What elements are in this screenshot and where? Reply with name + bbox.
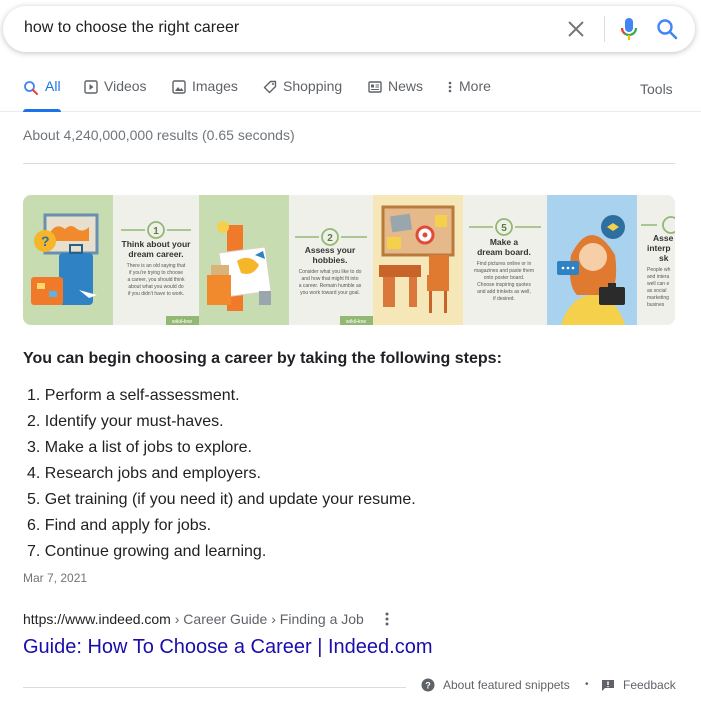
feedback-label: Feedback bbox=[623, 678, 676, 692]
step-title-line: interp bbox=[647, 243, 671, 253]
step-title-line: dream career. bbox=[128, 249, 183, 259]
result-url[interactable]: https://www.indeed.com › Career Guide › … bbox=[23, 611, 364, 627]
tab-all[interactable]: All bbox=[23, 78, 61, 112]
step-body-line: a career. Remain humble as bbox=[299, 283, 362, 289]
tab-more[interactable]: More bbox=[447, 78, 491, 112]
result-stats: About 4,240,000,000 results (0.65 second… bbox=[23, 127, 295, 143]
step-body-line: Consider what you like to do bbox=[299, 269, 362, 275]
carousel-step-1[interactable]: 1 Think about your dream career. There i… bbox=[113, 195, 199, 325]
step-body-line: People wh bbox=[647, 267, 671, 273]
step-body-line: Find pictures online or in bbox=[477, 261, 532, 267]
step-body-line: and how that might fit into bbox=[302, 276, 359, 282]
step-number: 2 bbox=[327, 233, 333, 244]
search-icon[interactable] bbox=[655, 17, 679, 41]
step-body-line: and intera bbox=[647, 274, 669, 280]
carousel-step-2[interactable]: 2 Assess your hobbies. Consider what you… bbox=[289, 195, 373, 325]
about-featured-snippets-link[interactable]: ? About featured snippets bbox=[421, 678, 570, 692]
carousel-step-5[interactable]: 5 Make a dream board. Find pictures onli… bbox=[463, 195, 547, 325]
carousel-image-travel[interactable]: ? bbox=[23, 195, 113, 325]
tab-shopping[interactable]: Shopping bbox=[263, 78, 342, 112]
wikihow-watermark: wikiHow bbox=[171, 319, 192, 325]
separator-dot: • bbox=[585, 679, 589, 690]
image-icon bbox=[172, 80, 186, 94]
list-item: 4. Research jobs and employers. bbox=[27, 465, 261, 482]
breadcrumb: › Career Guide bbox=[170, 611, 268, 627]
step-title-line: hobbies. bbox=[313, 255, 348, 265]
carousel-image-person[interactable] bbox=[547, 195, 637, 325]
tab-images[interactable]: Images bbox=[172, 78, 238, 112]
carousel-images: ? 1 Think about your dream career. There… bbox=[23, 195, 675, 325]
list-item: 3. Make a list of jobs to explore. bbox=[27, 439, 252, 456]
tools-button[interactable]: Tools bbox=[640, 81, 673, 97]
divider bbox=[23, 687, 406, 688]
step-title-line: Think about your bbox=[122, 239, 192, 249]
more-vert-icon[interactable] bbox=[380, 611, 394, 627]
url-domain: https://www.indeed.com bbox=[23, 611, 171, 627]
tab-news[interactable]: News bbox=[368, 78, 423, 112]
image-carousel[interactable]: ? 1 Think about your dream career. There… bbox=[23, 195, 675, 325]
step-body-line: if you didn't have to work. bbox=[128, 291, 184, 297]
video-icon bbox=[84, 80, 98, 94]
snippet-steps-list: 1. Perform a self-assessment. 2. Identif… bbox=[27, 383, 416, 565]
carousel-image-hobbies[interactable] bbox=[199, 195, 289, 325]
divider bbox=[23, 163, 675, 164]
clear-icon[interactable] bbox=[565, 18, 587, 40]
list-item: 6. Find and apply for jobs. bbox=[27, 517, 212, 534]
step-body-line: Choose inspiring quotes bbox=[477, 282, 531, 288]
breadcrumb: › Finding a Job bbox=[267, 611, 364, 627]
tab-videos[interactable]: Videos bbox=[84, 78, 147, 112]
carousel-step-partial[interactable]: Asse interp sk People wh and intera well… bbox=[637, 195, 675, 325]
feedback-icon bbox=[602, 679, 614, 691]
step-body-line: if you're trying to choose bbox=[129, 270, 183, 276]
step-body-line: as social bbox=[647, 288, 666, 294]
wikihow-watermark: wikiHow bbox=[345, 319, 366, 325]
search-divider bbox=[604, 16, 605, 42]
tab-label: Videos bbox=[104, 78, 147, 94]
about-label: About featured snippets bbox=[443, 678, 570, 692]
carousel-image-dream-board[interactable] bbox=[373, 195, 463, 325]
step-body-line: magazines and paste them bbox=[474, 268, 534, 274]
step-body-line: you work toward your goal. bbox=[300, 290, 360, 296]
tab-label: Shopping bbox=[283, 78, 343, 94]
svg-text:?: ? bbox=[41, 233, 50, 249]
step-title-line: Assess your bbox=[305, 245, 356, 255]
search-tabs: All Videos Images Shopping News More Too… bbox=[0, 78, 701, 112]
news-icon bbox=[368, 81, 382, 93]
tab-label: News bbox=[388, 78, 424, 94]
step-body-line: There is an old saying that bbox=[127, 263, 186, 269]
search-icon bbox=[24, 81, 38, 95]
search-input[interactable]: how to choose the right career bbox=[24, 19, 239, 37]
tab-label: Images bbox=[192, 78, 238, 94]
tab-label: All bbox=[45, 78, 61, 94]
snippet-heading: You can begin choosing a career by takin… bbox=[23, 350, 502, 367]
mic-icon[interactable] bbox=[617, 16, 641, 42]
step-body-line: if desired. bbox=[493, 296, 515, 302]
list-item: 5. Get training (if you need it) and upd… bbox=[27, 491, 416, 508]
help-icon: ? bbox=[421, 678, 435, 692]
step-number: 1 bbox=[153, 226, 159, 237]
list-item: 2. Identify your must-haves. bbox=[27, 413, 224, 430]
step-body-line: marketing bbox=[647, 295, 669, 301]
step-body-line: busines bbox=[647, 302, 665, 308]
step-title-line: Asse bbox=[653, 233, 674, 243]
step-body-line: about what you would do bbox=[128, 284, 184, 290]
step-body-line: well can e bbox=[647, 281, 669, 287]
feedback-link[interactable]: Feedback bbox=[601, 678, 676, 692]
more-vert-icon bbox=[448, 81, 452, 93]
svg-text:?: ? bbox=[425, 681, 431, 691]
search-bar[interactable]: how to choose the right career bbox=[3, 6, 695, 52]
tag-icon bbox=[263, 80, 277, 94]
step-title-line: Make a bbox=[490, 237, 519, 247]
tab-label: More bbox=[459, 78, 491, 94]
step-body-line: onto poster board. bbox=[484, 275, 525, 281]
step-title-line: sk bbox=[659, 253, 669, 263]
step-body-line: a career, you should think bbox=[128, 277, 185, 283]
step-body-line: and add trinkets as well, bbox=[477, 289, 531, 295]
step-number: 5 bbox=[501, 223, 507, 234]
snippet-date: Mar 7, 2021 bbox=[23, 571, 88, 585]
step-title-line: dream board. bbox=[477, 247, 531, 257]
result-title-link[interactable]: Guide: How To Choose a Career | Indeed.c… bbox=[23, 636, 433, 659]
list-item: 1. Perform a self-assessment. bbox=[27, 387, 240, 404]
list-item: 7. Continue growing and learning. bbox=[27, 543, 267, 560]
